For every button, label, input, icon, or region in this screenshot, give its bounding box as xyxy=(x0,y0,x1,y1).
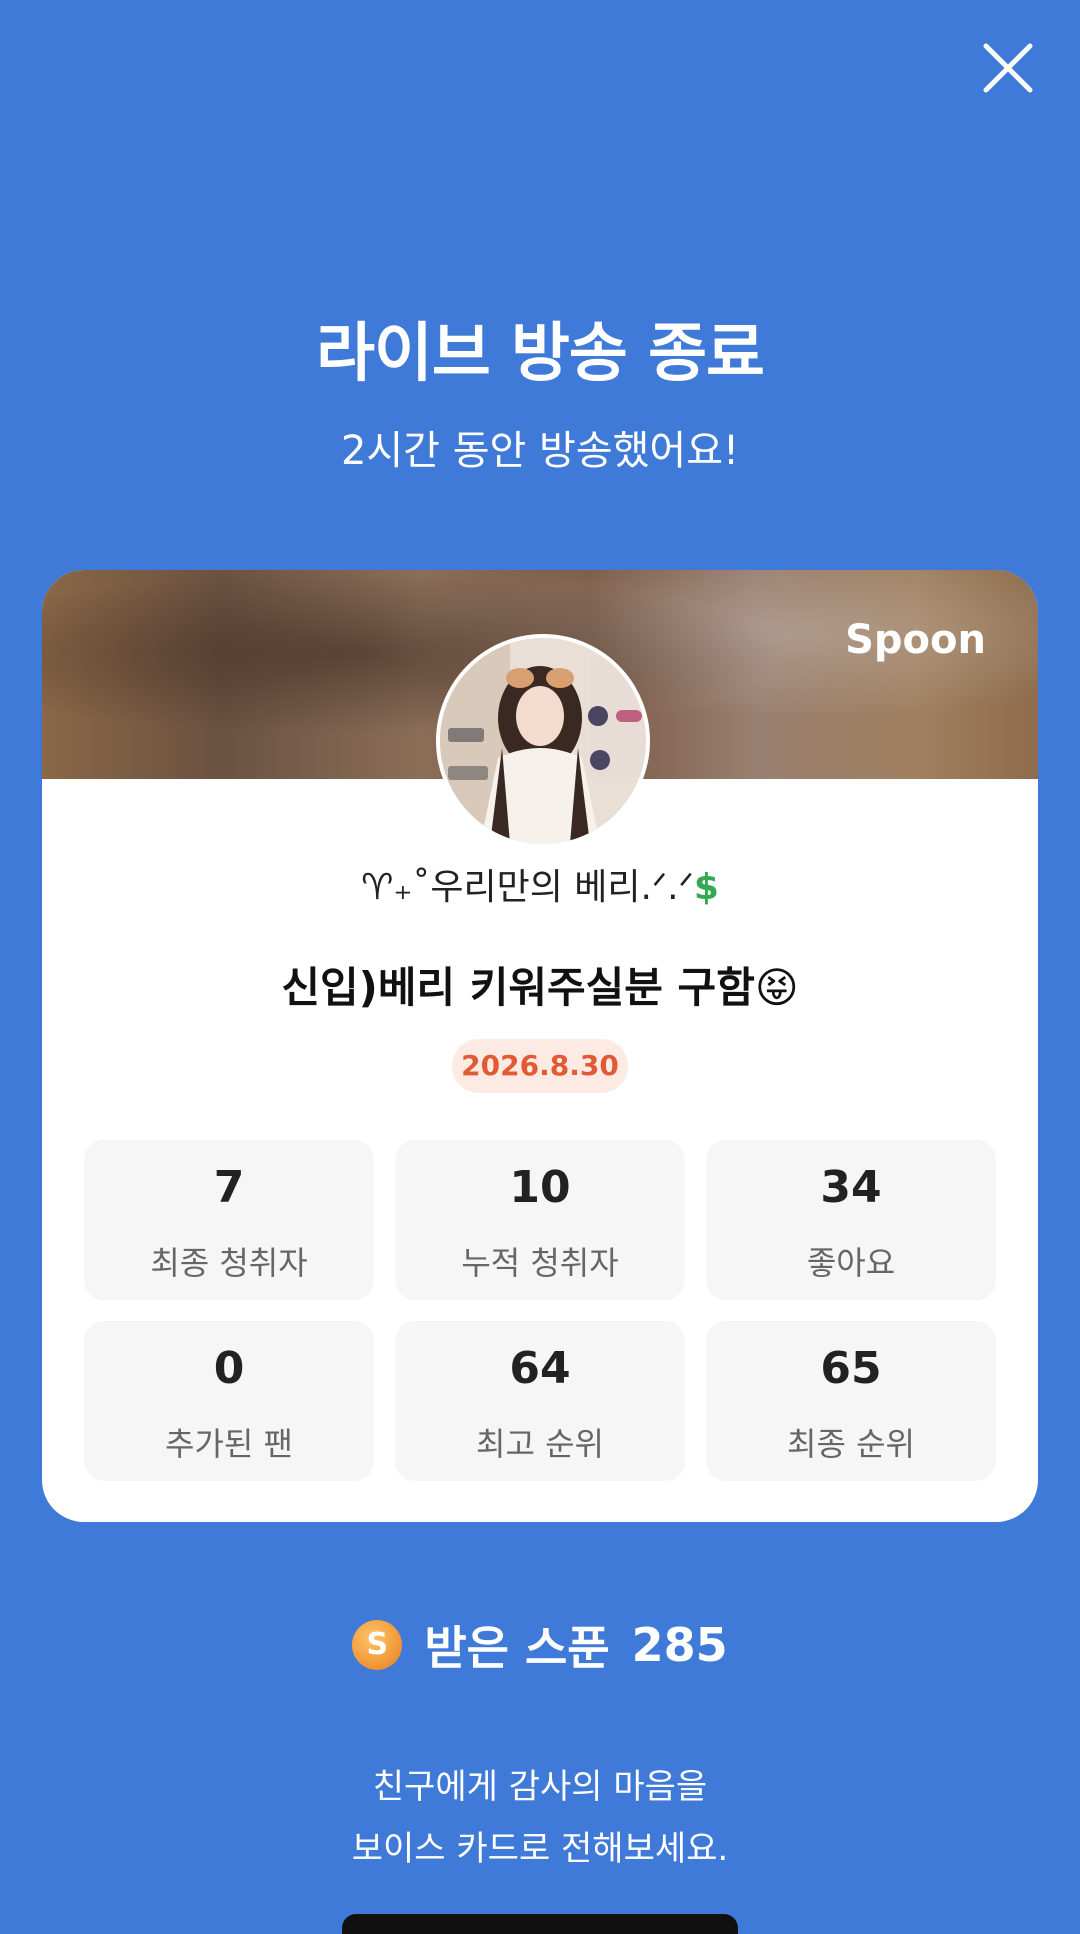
dollar-icon: $ xyxy=(693,867,719,908)
stat-likes: 34 좋아요 xyxy=(706,1140,996,1300)
streamer-nickname: ♈₊˚우리만의 베리.ᐟ.ᐟ$ xyxy=(361,867,719,908)
stat-new-fans: 0 추가된 팬 xyxy=(84,1321,374,1481)
stat-final-listeners: 7 최종 청취자 xyxy=(84,1140,374,1300)
close-icon xyxy=(983,43,1033,93)
date-badge: 2026.8.30 xyxy=(452,1039,628,1093)
stats-grid: 7 최종 청취자 10 누적 청취자 34 좋아요 0 추가된 팬 64 최고 … xyxy=(84,1140,996,1492)
broadcast-duration: 2시간 동안 방송했어요! xyxy=(340,428,740,474)
spoon-logo: Spoon xyxy=(845,617,986,663)
voice-card-prompt: 친구에게 감사의 마음을 보이스 카드로 전해보세요. xyxy=(351,1767,729,1869)
live-title: 신입)베리 키워주실분 구함😝 xyxy=(281,963,799,1012)
voice-card-button[interactable] xyxy=(342,1914,738,1934)
stat-total-listeners: 10 누적 청취자 xyxy=(395,1140,685,1300)
page-title: 라이브 방송 종료 xyxy=(316,317,765,391)
received-spoons: S 받은 스푼 285 xyxy=(0,1612,1080,1675)
received-spoons-count: 285 xyxy=(631,1618,728,1672)
broadcast-summary-card: Spoon ♈₊˚우리만의 베리.ᐟ.ᐟ$ 신입)베리 키워주실분 구함😝 20… xyxy=(42,570,1038,1522)
stat-highest-rank: 64 최고 순위 xyxy=(395,1321,685,1481)
received-spoons-label: 받은 스푼 xyxy=(424,1621,610,1675)
close-button[interactable] xyxy=(980,40,1036,96)
stat-final-rank: 65 최종 순위 xyxy=(706,1321,996,1481)
avatar xyxy=(436,634,650,848)
spoon-coin-icon: S xyxy=(352,1620,403,1670)
